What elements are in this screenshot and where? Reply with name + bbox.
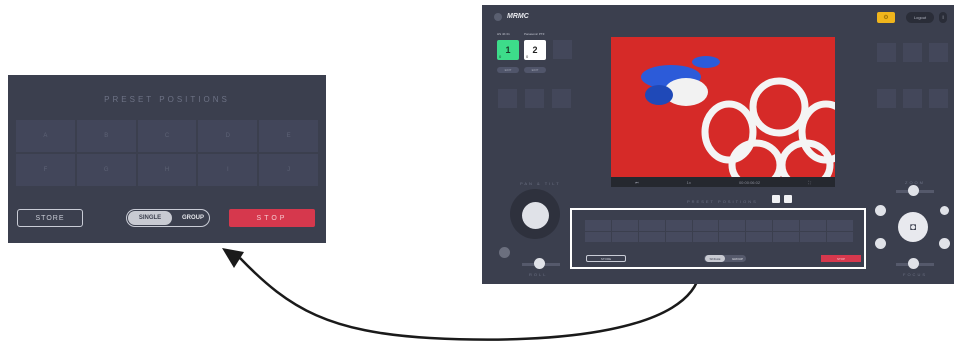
camera-2-name: Panasonic PTZ (524, 32, 545, 36)
mini-preset-5[interactable] (692, 220, 719, 231)
pan-tilt-label: PAN & TILT (520, 181, 561, 186)
preset-slot-b[interactable]: B (76, 120, 136, 152)
focus-slider-knob[interactable] (908, 258, 919, 269)
mini-preset-17[interactable] (746, 231, 773, 242)
store-button[interactable]: STORE (17, 209, 83, 227)
mini-store-button[interactable]: STORE (586, 255, 626, 262)
mini-preset-1[interactable] (585, 220, 611, 231)
camera-glyph-icon: ◘ (909, 221, 917, 233)
preset-slot-h[interactable]: H (137, 154, 197, 186)
mini-preset-13[interactable] (638, 231, 665, 242)
toggle-group-option[interactable]: GROUP (182, 211, 204, 225)
right-tile-2[interactable] (903, 43, 922, 62)
delete-icon[interactable] (772, 195, 780, 203)
camera-1-number: 1 (505, 45, 511, 55)
mini-preset-2[interactable] (611, 220, 638, 231)
roll-slider-knob[interactable] (534, 258, 545, 269)
camera-2-edit-pill[interactable]: EDIT (524, 67, 546, 73)
record-icon[interactable] (875, 205, 886, 216)
toggle-single-option[interactable]: SINGLE (128, 211, 172, 225)
camera-1-sub: 0 (499, 54, 502, 59)
mini-preset-3[interactable] (638, 220, 665, 231)
right-tile-4[interactable] (877, 89, 896, 108)
mini-toggle-single[interactable]: SINGLE (705, 255, 725, 262)
zoom-slider-knob[interactable] (908, 185, 919, 196)
zoom-level: 1x (686, 179, 691, 185)
fullscreen-icon[interactable]: ⛶ (808, 180, 811, 185)
preset-mini-grid (585, 220, 853, 242)
right-tile-5[interactable] (903, 89, 922, 108)
left-tile-1[interactable] (498, 89, 517, 108)
mini-preset-8[interactable] (773, 220, 800, 231)
joystick-knob[interactable] (522, 202, 549, 229)
preset-slot-i[interactable]: I (198, 154, 258, 186)
mini-preset-18[interactable] (773, 231, 800, 242)
app-logo-icon (494, 13, 502, 21)
mini-preset-14[interactable] (665, 231, 692, 242)
camera-capture-icon[interactable]: ◘ (898, 212, 928, 242)
info-icon[interactable]: i (939, 12, 947, 23)
mini-preset-4[interactable] (665, 220, 692, 231)
camera-1-edit-pill[interactable]: EDIT (497, 67, 519, 73)
preset-slot-j[interactable]: J (259, 154, 318, 186)
mini-preset-11[interactable] (585, 231, 611, 242)
mini-preset-7[interactable] (746, 220, 773, 231)
olympic-rings-image (641, 56, 835, 177)
camera-1-name: HS 4K 01 (497, 32, 510, 36)
roll-label: ROLL (529, 272, 548, 277)
preset-positions-zoom-panel: PRESET POSITIONS A B C D E F G H I J STO… (8, 75, 326, 243)
stop-button[interactable]: STOP (229, 209, 315, 227)
mini-preset-20[interactable] (827, 231, 853, 242)
camera-slot-empty[interactable] (553, 40, 572, 59)
mini-preset-9[interactable] (800, 220, 827, 231)
preset-slot-d[interactable]: D (198, 120, 258, 152)
right-tile-1[interactable] (877, 43, 896, 62)
preset-grid: A B C D E F G H I J (16, 120, 318, 186)
focus-label: FOCUS (903, 272, 927, 277)
mini-toggle-group[interactable]: GROUP (732, 255, 743, 262)
settings-gear-icon[interactable]: ⚙ (877, 12, 895, 23)
camera-2-number: 2 (532, 45, 538, 55)
mini-single-group-toggle[interactable]: SINGLE GROUP (704, 255, 746, 262)
preset-slot-f[interactable]: F (16, 154, 75, 186)
mini-preset-6[interactable] (719, 220, 746, 231)
timecode: 00:00:06:02 (738, 179, 761, 185)
left-tile-2[interactable] (525, 89, 544, 108)
rewind-icon[interactable]: ⏮ (635, 180, 639, 185)
preset-slot-e[interactable]: E (259, 120, 318, 152)
video-preview[interactable] (611, 37, 835, 177)
auto-focus-dot[interactable] (940, 206, 949, 215)
camera-2-sub: 0 (526, 54, 529, 59)
mini-preset-15[interactable] (692, 231, 719, 242)
single-group-toggle[interactable]: SINGLE GROUP (126, 209, 210, 227)
mini-stop-button[interactable]: STOP (821, 255, 861, 262)
mini-preset-10[interactable] (827, 220, 853, 231)
edit-pencil-icon[interactable] (784, 195, 792, 203)
copy-icon[interactable] (939, 238, 950, 249)
mini-preset-19[interactable] (800, 231, 827, 242)
settings-small-icon[interactable] (875, 238, 886, 249)
camera-control-app: MRMC ⚙ Logout i HS 4K 01 Panasonic PTZ 1… (482, 5, 954, 284)
right-tile-6[interactable] (929, 89, 948, 108)
mini-preset-16[interactable] (719, 231, 746, 242)
preset-positions-title: PRESET POSITIONS (104, 95, 230, 104)
preset-slot-c[interactable]: C (137, 120, 197, 152)
preset-slot-a[interactable]: A (16, 120, 75, 152)
brand-name: MRMC (507, 13, 529, 20)
reset-icon[interactable] (499, 247, 510, 258)
left-tile-3[interactable] (552, 89, 571, 108)
preset-slot-g[interactable]: G (76, 154, 136, 186)
logout-button[interactable]: Logout (906, 12, 934, 23)
mini-preset-12[interactable] (611, 231, 638, 242)
video-controls-bar: ⏮ 1x 00:00:06:02 ⛶ (611, 177, 835, 187)
right-tile-3[interactable] (929, 43, 948, 62)
preset-section-title: PRESET POSITIONS (687, 199, 758, 204)
